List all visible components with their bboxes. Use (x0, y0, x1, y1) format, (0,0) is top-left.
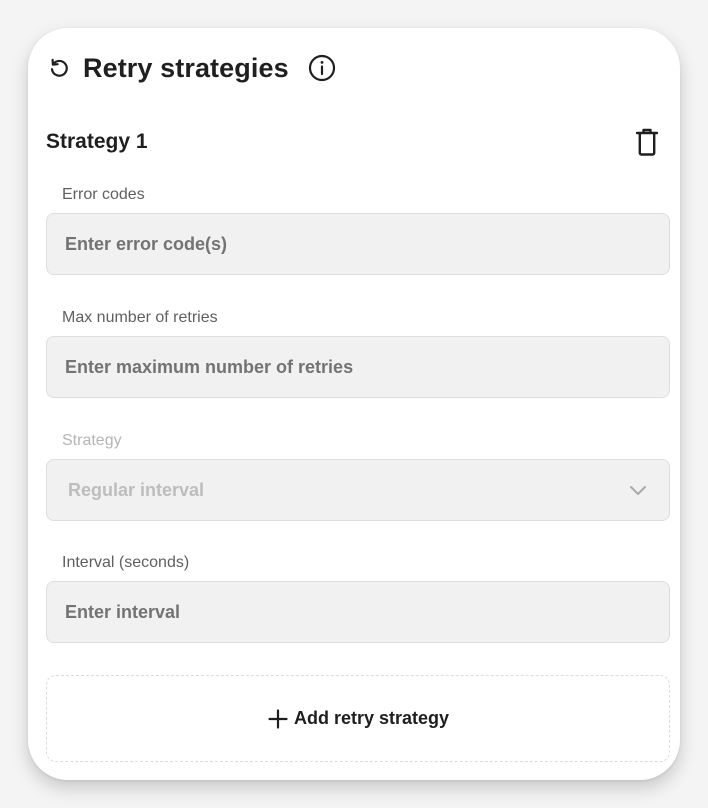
max-retries-input-box (46, 336, 670, 398)
strategy-header: Strategy 1 (46, 126, 662, 158)
strategy-type-value: Regular interval (68, 479, 205, 500)
trash-icon[interactable] (634, 127, 660, 157)
error-codes-label: Error codes (62, 186, 145, 203)
max-retries-input[interactable] (65, 356, 651, 378)
interval-input[interactable] (65, 601, 651, 623)
panel-header: Retry strategies (46, 48, 337, 88)
add-retry-strategy-button[interactable]: Add retry strategy (46, 675, 670, 762)
max-retries-field: Max number of retries (46, 307, 670, 398)
error-codes-field: Error codes (46, 184, 670, 275)
plus-icon (267, 708, 289, 730)
retry-strategies-panel: Retry strategies Strategy 1 Error codes … (28, 28, 680, 780)
add-retry-strategy-label: Add retry strategy (293, 708, 450, 728)
max-retries-label: Max number of retries (62, 309, 218, 326)
error-codes-input[interactable] (65, 233, 651, 255)
chevron-down-icon (629, 481, 647, 499)
interval-input-box (46, 581, 670, 643)
retry-icon (46, 55, 72, 81)
strategy-title: Strategy 1 (46, 130, 148, 153)
interval-field: Interval (seconds) (46, 552, 670, 643)
panel-title: Retry strategies (83, 52, 289, 83)
strategy-type-label: Strategy (62, 432, 122, 449)
info-icon[interactable] (307, 53, 337, 83)
interval-label: Interval (seconds) (62, 554, 190, 571)
strategy-type-select[interactable]: Regular interval (46, 459, 670, 521)
strategy-type-field: Strategy Regular interval (46, 430, 670, 521)
error-codes-input-box (46, 213, 670, 275)
